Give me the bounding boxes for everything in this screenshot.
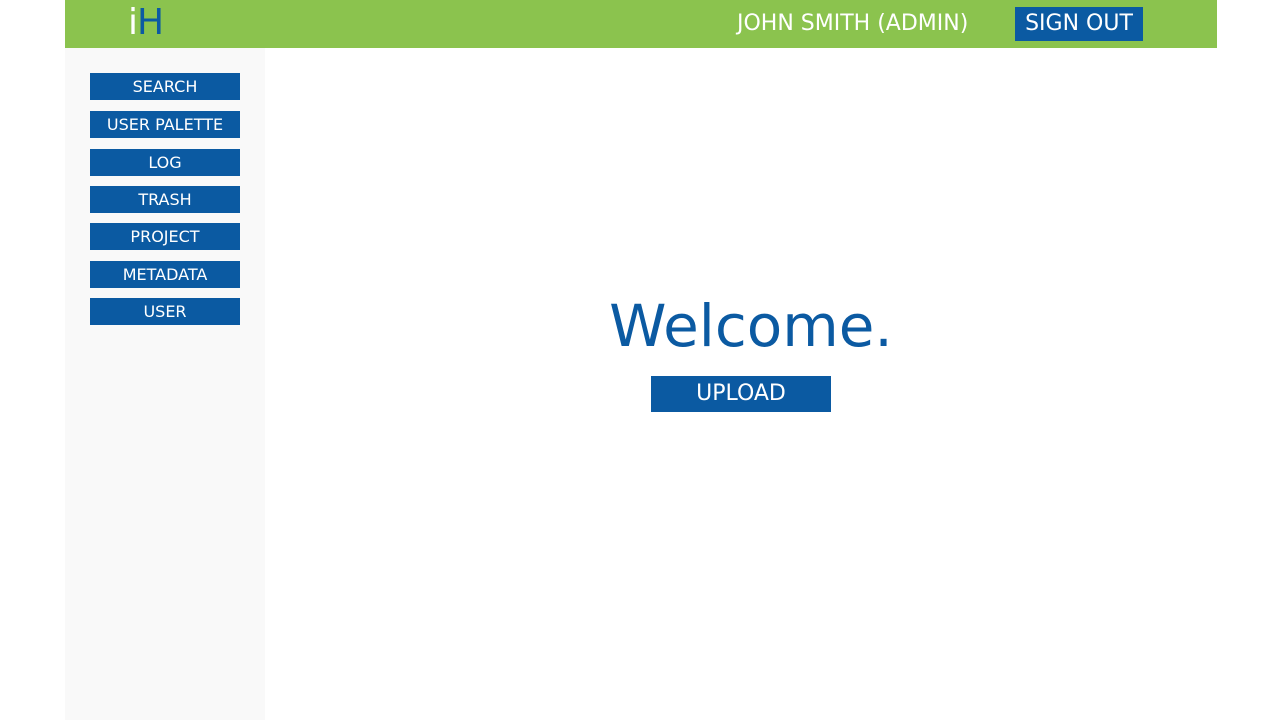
sidebar-item-metadata[interactable]: METADATA xyxy=(90,261,240,288)
logo-letter-i: i xyxy=(128,2,138,43)
sidebar-item-project[interactable]: PROJECT xyxy=(90,223,240,250)
sidebar: SEARCH USER PALETTE LOG TRASH PROJECT ME… xyxy=(65,48,265,720)
app-logo[interactable]: iH xyxy=(128,2,164,43)
header-bar: iH JOHN SMITH (ADMIN) SIGN OUT xyxy=(65,0,1217,48)
current-user-label: JOHN SMITH (ADMIN) xyxy=(737,11,969,36)
sidebar-item-search[interactable]: SEARCH xyxy=(90,73,240,100)
sidebar-item-user-palette[interactable]: USER PALETTE xyxy=(90,111,240,138)
sidebar-item-user[interactable]: USER xyxy=(90,298,240,325)
app-window: iH JOHN SMITH (ADMIN) SIGN OUT SEARCH US… xyxy=(65,0,1217,720)
logo-letter-h: H xyxy=(137,2,164,43)
sidebar-item-log[interactable]: LOG xyxy=(90,149,240,176)
sidebar-item-trash[interactable]: TRASH xyxy=(90,186,240,213)
upload-button[interactable]: UPLOAD xyxy=(651,376,831,412)
sign-out-button[interactable]: SIGN OUT xyxy=(1015,7,1143,41)
welcome-heading: Welcome. xyxy=(609,292,893,360)
